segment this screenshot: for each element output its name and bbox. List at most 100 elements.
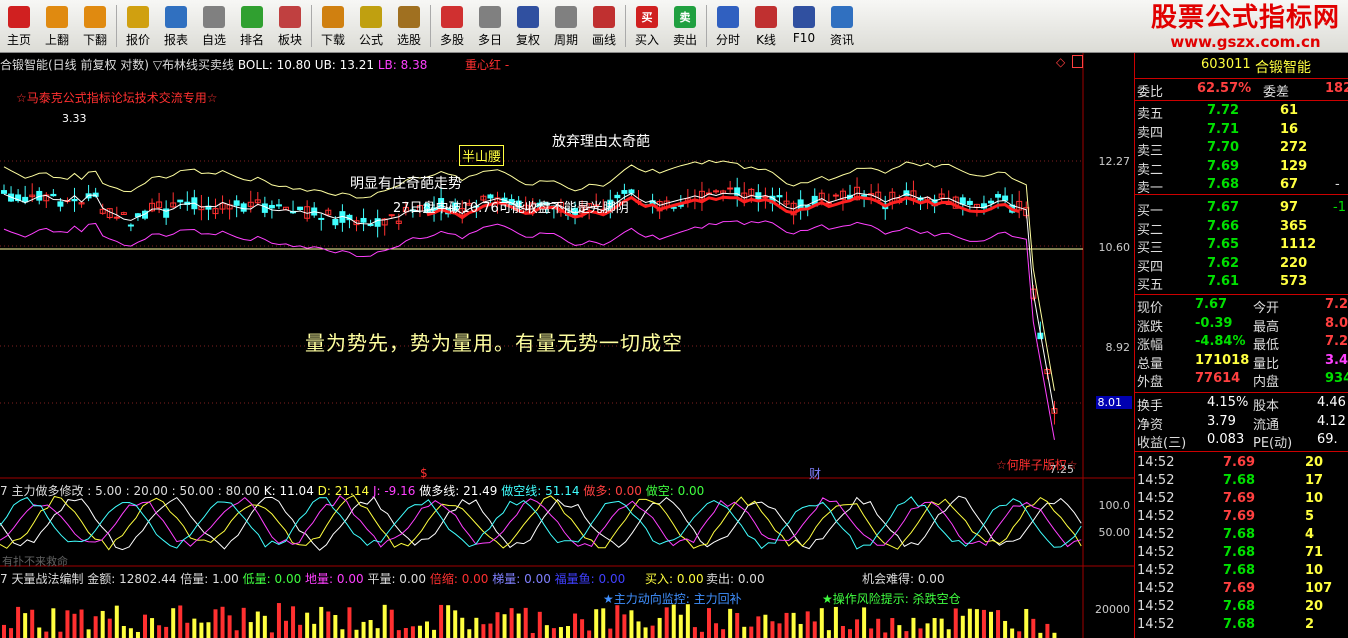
amount-value: 金额: 12802.44 (87, 572, 177, 586)
volume-bar (509, 608, 514, 638)
toolbar-button-draw-line[interactable]: 画线 (585, 0, 623, 50)
toolbar-button-formula[interactable]: 公式 (352, 0, 390, 50)
candle-body (22, 196, 29, 203)
volume-bar (601, 608, 606, 638)
toolbar-button-sector[interactable]: 板块 (271, 0, 309, 50)
volume-bar (953, 608, 958, 638)
ask-extra: - (1335, 177, 1340, 192)
rights-adjust-icon (517, 6, 539, 28)
candle-body (367, 223, 374, 227)
toolbar-button-buy[interactable]: 买买入 (628, 0, 666, 50)
toolbar-button-yen-quote[interactable]: 报价 (119, 0, 157, 50)
volume-bar (312, 623, 317, 638)
fin-value: 0.083 (1207, 432, 1245, 447)
toolbar-button-kline[interactable]: K线 (747, 0, 785, 50)
price-axis-label: 12.27 (1098, 155, 1131, 168)
volume-bar (502, 614, 507, 638)
clock-icon (479, 6, 501, 28)
low-price-label: 7.25 (1049, 463, 1075, 476)
candle-body (727, 187, 734, 190)
volume-bar (37, 627, 42, 638)
bid-label: 买五 (1137, 278, 1164, 293)
ask-volume: 16 (1280, 121, 1299, 137)
toolbar-button-f6-watchlist[interactable]: 自选 (195, 0, 233, 50)
ask-price: 7.68 (1207, 177, 1240, 192)
volume-bar (537, 611, 542, 638)
formula-icon (360, 6, 382, 28)
stat-value: 171018 (1195, 352, 1250, 368)
stat-label: 量比 (1253, 356, 1280, 372)
tick-row: 14:52 7.68 2 (1135, 617, 1348, 635)
finance-marker[interactable]: 财 (809, 465, 821, 482)
capital-monitor: ★主力动向监控: 主力回补 (603, 592, 742, 606)
toolbar-button-home[interactable]: 主页 (0, 0, 38, 50)
candle-body (861, 194, 868, 197)
volume-bar (904, 631, 909, 638)
toolbar-button-label: 资讯 (829, 33, 854, 47)
fundamental-row: 收益(三) 0.083 PE(动) 69. (1135, 432, 1348, 451)
dividend-marker[interactable]: $ (420, 466, 428, 480)
volume-bar (79, 609, 84, 638)
candle-body (57, 201, 64, 207)
sub2-header: 7 天量战法编制 金额: 12802.44 倍量: 1.00 低量: 0.00 … (0, 570, 625, 587)
fish-volume: 福量鱼: 0.00 (554, 572, 626, 586)
toolbar-button-report[interactable]: 报表 (157, 0, 195, 50)
candle-body (127, 224, 134, 227)
download-icon (322, 6, 344, 28)
toolbar-button-label: 排名 (239, 33, 264, 47)
f10-icon (793, 6, 815, 28)
toolbar-button-arrow-up[interactable]: 上翻 (38, 0, 76, 50)
volume-bar (1017, 631, 1022, 638)
toolbar-button-sell[interactable]: 卖卖出 (666, 0, 704, 50)
quote-panel: 603011 合锻智能 委比 62.57% 委差 182 卖五 7.72 61 卖四 7… (1134, 53, 1348, 638)
volume-bar (587, 630, 592, 638)
volume-bar (805, 611, 810, 638)
volume-bar (171, 608, 176, 638)
flat-volume: 平量: 0.00 (367, 572, 427, 586)
candle-body (621, 190, 628, 194)
weibi-label: 委比 (1137, 85, 1164, 100)
toolbar-button-arrow-down[interactable]: 下翻 (76, 0, 114, 50)
candle-body (995, 194, 1002, 198)
toolbar-separator (116, 5, 117, 47)
toolbar-button-rights-adjust[interactable]: 复权 (509, 0, 547, 50)
volume-bar (791, 612, 796, 638)
volume-bar (770, 621, 775, 638)
toolbar-button-stock-picker[interactable]: 选股 (390, 0, 428, 50)
tick-row: 14:52 7.69 20 (1135, 455, 1348, 473)
annotation-manipulation: 明显有庄奇葩走势 (350, 176, 462, 192)
restore-icon[interactable] (1072, 55, 1083, 68)
toolbar-button-news[interactable]: 资讯 (823, 0, 861, 50)
toolbar-button-f10[interactable]: F10 (785, 0, 823, 50)
buy-icon: 买 (636, 6, 658, 28)
toolbar-button-f8-period[interactable]: 周期 (547, 0, 585, 50)
candle-body (275, 204, 282, 207)
short-line-value: 做空线: 51.14 (501, 484, 580, 498)
volume-bar (946, 629, 951, 638)
volume-bar (594, 609, 599, 638)
toolbar-button-multi-stock[interactable]: 多股 (433, 0, 471, 50)
volume-bar (241, 607, 246, 638)
bid-extra: -1 (1333, 200, 1346, 215)
toolbar-button-download[interactable]: 下载 (314, 0, 352, 50)
toolbar-button-ranking[interactable]: 排名 (233, 0, 271, 50)
candle-body (261, 203, 268, 213)
volume-bar (622, 614, 627, 638)
toolbar-button-label: 卖出 (672, 33, 697, 47)
do-short-value: 做空: 0.00 (645, 484, 705, 498)
candle-body (832, 194, 839, 197)
toolbar-button-clock[interactable]: 多日 (471, 0, 509, 50)
volume-bar (284, 620, 288, 638)
boll-value: BOLL: 10.80 (237, 58, 311, 72)
f8-period-icon (555, 6, 577, 28)
diamond-icon[interactable]: ◇ (1056, 55, 1065, 69)
tick-row: 14:52 7.69 107 (1135, 581, 1348, 599)
kline-chart-area[interactable]: 合锻智能(日线 前复权 对数) ▽布林线买卖线 BOLL: 10.80 UB: … (0, 53, 1134, 638)
tick-price: 7.68 (1223, 473, 1256, 488)
annotation-break: 27日盘中破10.76可能收盘不能是光脚阴 (393, 201, 629, 216)
volume-bar (114, 605, 119, 638)
stat-row: 现价 7.67 今开 7.2 (1135, 297, 1348, 316)
toolbar-button-intraday[interactable]: 分时 (709, 0, 747, 50)
tick-price: 7.69 (1223, 581, 1256, 596)
low-volume: 低量: 0.00 (242, 572, 302, 586)
